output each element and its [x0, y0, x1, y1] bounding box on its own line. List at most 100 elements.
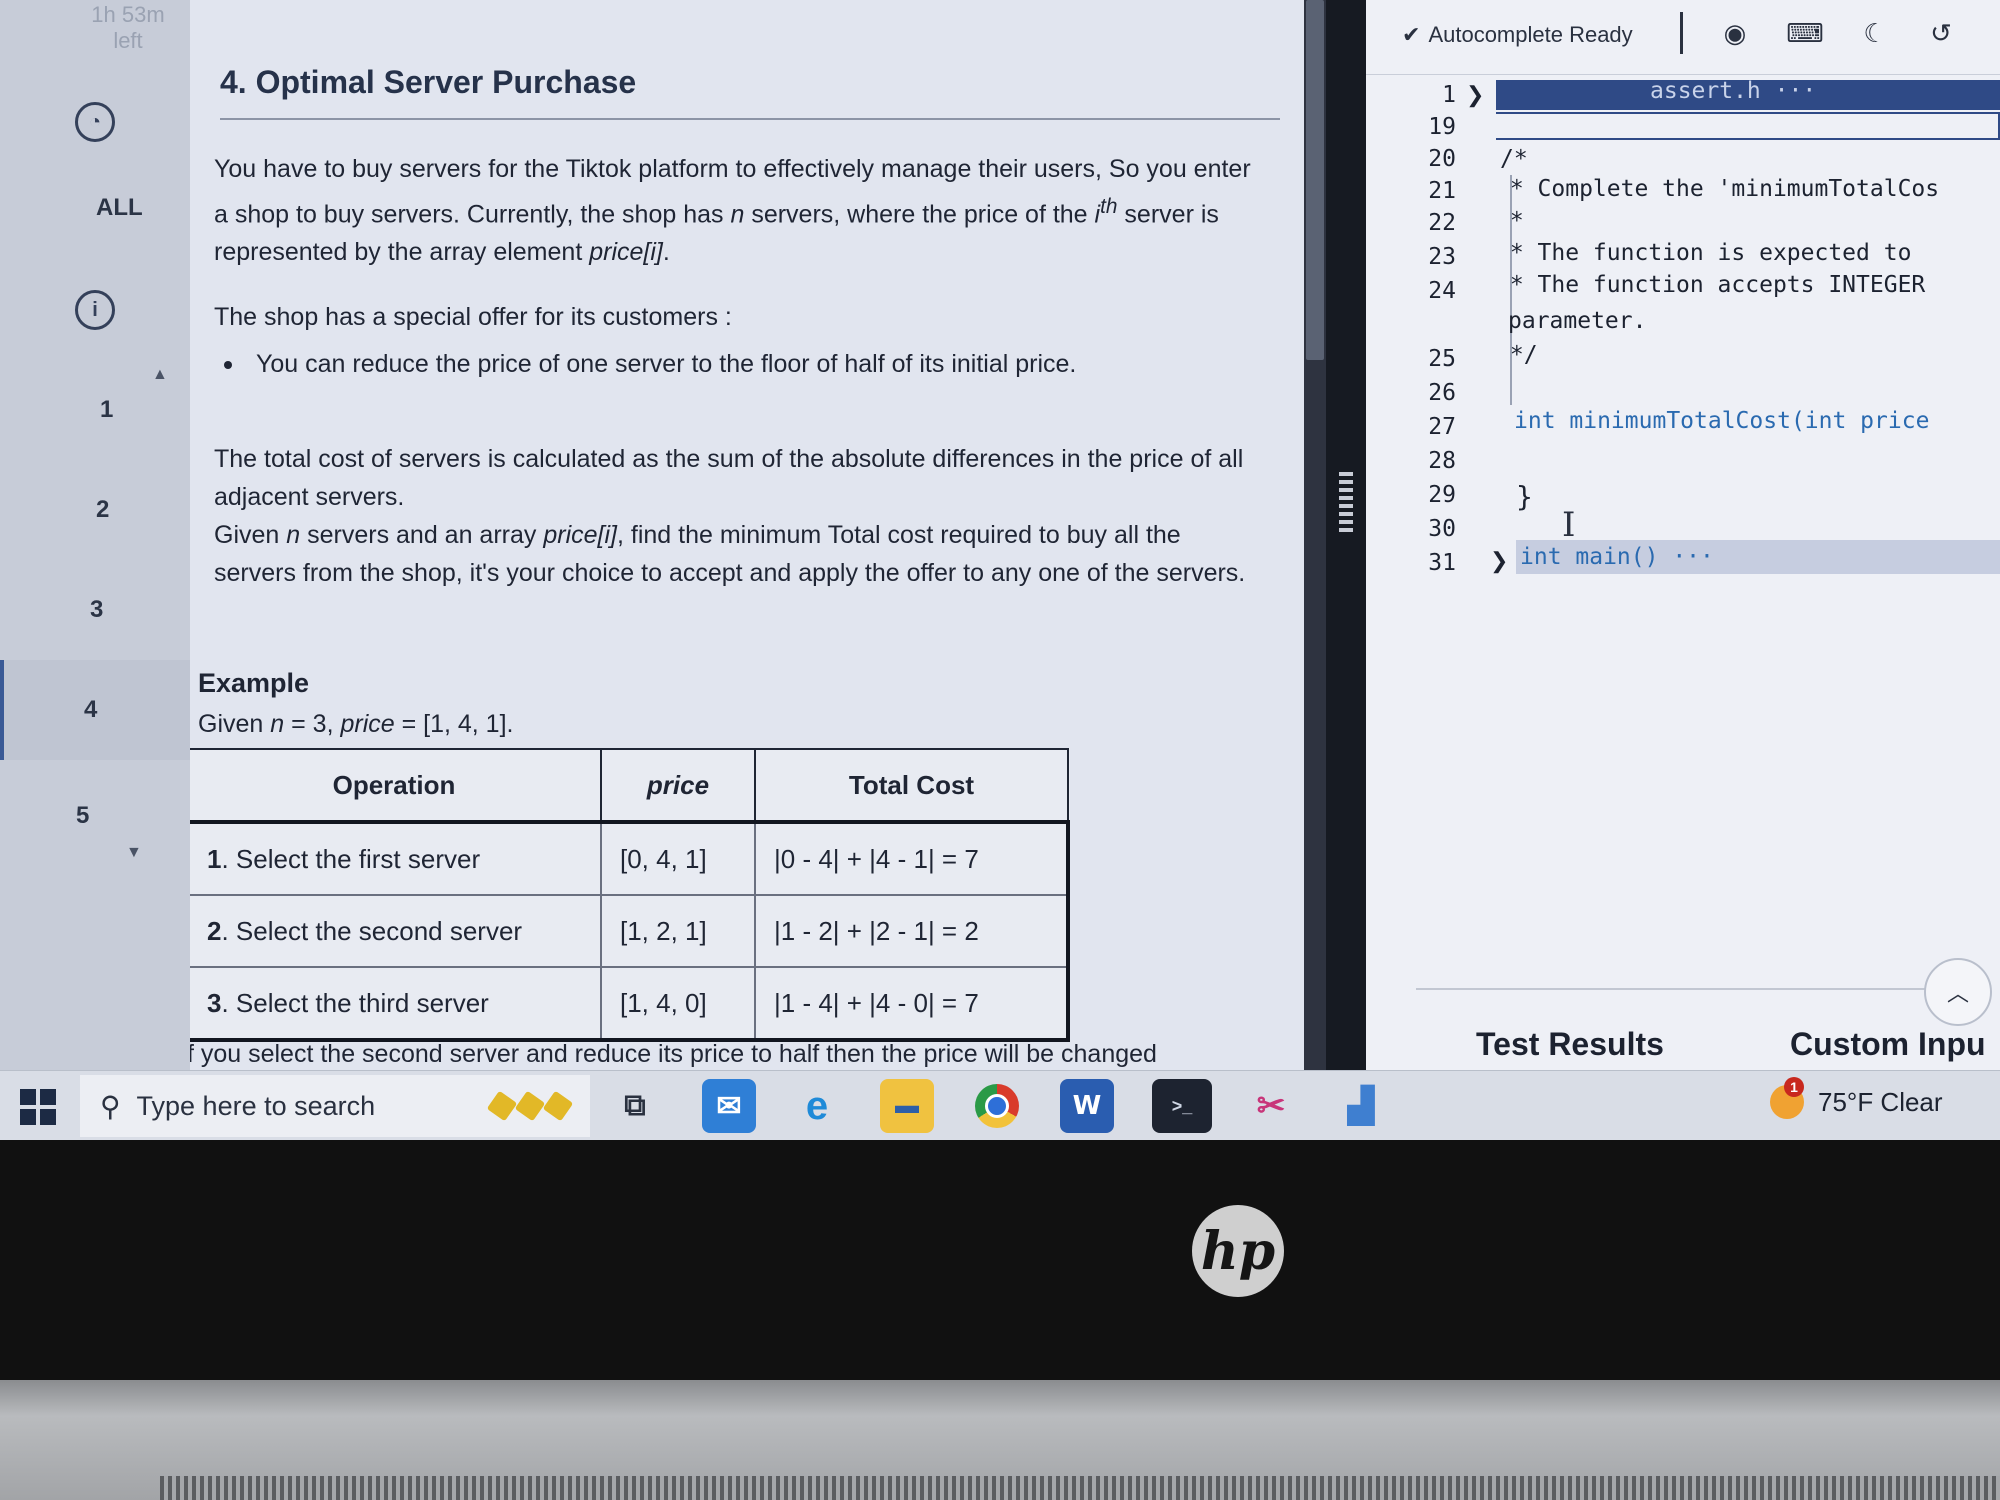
problem-paragraph-3: Given n servers and an array price[i], f… [214, 516, 1264, 592]
problem-statement-pane: 4. Optimal Server Purchase You have to b… [190, 0, 1326, 1070]
table-row: 2. Select the second server [1, 2, 1] |1… [190, 894, 1069, 968]
windows-logo-icon [20, 1109, 36, 1125]
time-left: 1h 53m left [78, 2, 178, 54]
code-line[interactable]: * [1496, 208, 1524, 234]
compass-button[interactable]: ◔ [0, 92, 190, 152]
time-left-value: 1h 53m [91, 2, 165, 27]
windows-logo-icon [40, 1109, 56, 1125]
pane-divider[interactable] [1326, 0, 1366, 1070]
weather-widget[interactable]: 1 75°F Clear [1770, 1077, 1943, 1119]
var-price: price [340, 710, 395, 738]
line-number: 30 [1428, 516, 1456, 542]
operation-text: . Select the second server [221, 915, 523, 946]
question-number: 3 [90, 596, 104, 623]
file-explorer-icon[interactable]: ▬ [880, 1079, 934, 1133]
edge-browser-icon[interactable]: e [790, 1079, 844, 1133]
problem-title: 4. Optimal Server Purchase [220, 64, 637, 100]
word-icon[interactable]: W [1060, 1079, 1114, 1133]
line-number: 1 [1442, 82, 1456, 108]
line-number: 20 [1428, 146, 1456, 172]
line-highlight-box [1496, 112, 2000, 140]
problem-scrollbar[interactable] [1304, 0, 1326, 1070]
code-line[interactable]: */ [1496, 342, 1538, 368]
autocomplete-label: Autocomplete Ready [1428, 22, 1633, 47]
line-number: 26 [1428, 380, 1456, 406]
taskbar-search-box[interactable]: ⚲ Type here to search [80, 1075, 590, 1137]
example-table: Operation price Total Cost 1. Select the… [190, 748, 1070, 1042]
line-number: 23 [1428, 244, 1456, 270]
code-line[interactable]: parameter. [1508, 308, 1646, 334]
code-line[interactable]: int minimumTotalCost(int price [1514, 408, 1929, 434]
code-line[interactable]: } [1516, 480, 1533, 513]
hp-logo: hp [1192, 1205, 1284, 1297]
weather-badge: 1 [1784, 1077, 1804, 1097]
column-header: Total Cost [754, 748, 1069, 823]
fold-chevron-icon[interactable]: ❯ [1490, 548, 1508, 574]
chrome-icon[interactable] [970, 1079, 1024, 1133]
example-given: Given n = 3, price = [1, 4, 1]. [198, 710, 513, 739]
windows-logo-icon [20, 1089, 36, 1105]
weather-sun-icon: 1 [1770, 1077, 1804, 1119]
title-divider [220, 118, 1280, 120]
toolbar-separator [1680, 12, 1683, 54]
expand-panel-button[interactable]: ︿ [1924, 958, 1992, 1026]
question-number: 5 [76, 802, 90, 829]
search-placeholder: Type here to search [136, 1090, 376, 1121]
task-view-icon[interactable]: ⧉ [608, 1079, 662, 1133]
cost-cell: |1 - 4| + |4 - 0| = 7 [754, 966, 1069, 1041]
mail-icon[interactable]: ✉ [702, 1079, 756, 1133]
laptop-bezel [0, 1140, 2000, 1380]
moon-icon[interactable]: ☾ [1856, 14, 1894, 52]
text: Given [198, 710, 271, 738]
history-icon[interactable]: ↺ [1922, 14, 1960, 52]
question-number: 4 [84, 696, 98, 723]
code-line[interactable]: * The function accepts INTEGER [1496, 272, 1925, 298]
windows-start-button[interactable] [20, 1089, 56, 1125]
text: servers, where the price of the [744, 200, 1095, 229]
var-price: price[i] [543, 521, 617, 549]
snipping-tool-icon[interactable]: ✂ [1244, 1079, 1298, 1133]
table-header-row: Operation price Total Cost [190, 748, 1069, 823]
bullet-dot [224, 360, 232, 369]
search-highlight-icon [470, 1077, 590, 1135]
eye-icon[interactable]: ◉ [1716, 14, 1754, 52]
cut-off-text: If you select the second server and redu… [190, 1040, 1157, 1068]
text: . [662, 238, 670, 267]
code-line[interactable]: /* [1500, 146, 1528, 172]
info-button[interactable]: i [0, 282, 190, 338]
question-4-tab[interactable]: 4 [0, 660, 210, 760]
text: servers and an array [300, 521, 544, 549]
price-cell: [1, 4, 0] [600, 966, 756, 1041]
chevron-up-icon: ︿ [1946, 981, 1969, 1006]
tab-custom-input[interactable]: Custom Inpu [1790, 1026, 1986, 1063]
autocomplete-status[interactable]: ✔ Autocomplete Ready [1402, 22, 1633, 48]
ordinal-suffix: th [1100, 195, 1118, 218]
code-line[interactable]: assert.h ··· [1650, 78, 1816, 104]
code-line[interactable]: int main() ··· [1520, 544, 1714, 570]
step-number: 1 [207, 843, 222, 874]
scroll-down-icon[interactable]: ▼ [126, 844, 142, 862]
scrollbar-thumb[interactable] [1306, 0, 1324, 360]
problem-paragraph-1: You have to buy servers for the Tiktok p… [214, 150, 1264, 271]
operation-cell: 3. Select the third server [190, 966, 602, 1041]
text-cursor-icon: I [1562, 505, 1576, 545]
code-editor[interactable]: ✔ Autocomplete Ready ◉ ⌨ ☾ ↺ 1 ❯ assert.… [1366, 0, 2000, 1070]
code-line[interactable]: * The function is expected to [1496, 240, 1912, 266]
check-circle-icon: ✔ [1402, 22, 1421, 47]
operation-cell: 1. Select the first server [190, 821, 602, 896]
resize-grip-icon[interactable] [1326, 470, 1366, 534]
code-line[interactable]: * Complete the 'minimumTotalCos [1496, 176, 1939, 202]
cost-cell: |1 - 2| + |2 - 1| = 2 [754, 894, 1069, 968]
weather-text: 75°F Clear [1818, 1086, 1943, 1117]
fold-chevron-icon[interactable]: ❯ [1466, 82, 1484, 108]
notepad-icon[interactable]: ▟ [1334, 1079, 1388, 1133]
panel-divider [1416, 988, 1956, 990]
step-number: 3 [207, 987, 222, 1018]
keyboard-icon[interactable]: ⌨ [1786, 14, 1824, 52]
offer-bullet: You can reduce the price of one server t… [224, 350, 1076, 379]
var-price: price[i] [589, 238, 663, 267]
var-n: n [730, 200, 745, 229]
all-questions-label: ALL [96, 194, 143, 221]
tab-test-results[interactable]: Test Results [1476, 1026, 1664, 1063]
terminal-icon[interactable]: >_ [1152, 1079, 1212, 1133]
